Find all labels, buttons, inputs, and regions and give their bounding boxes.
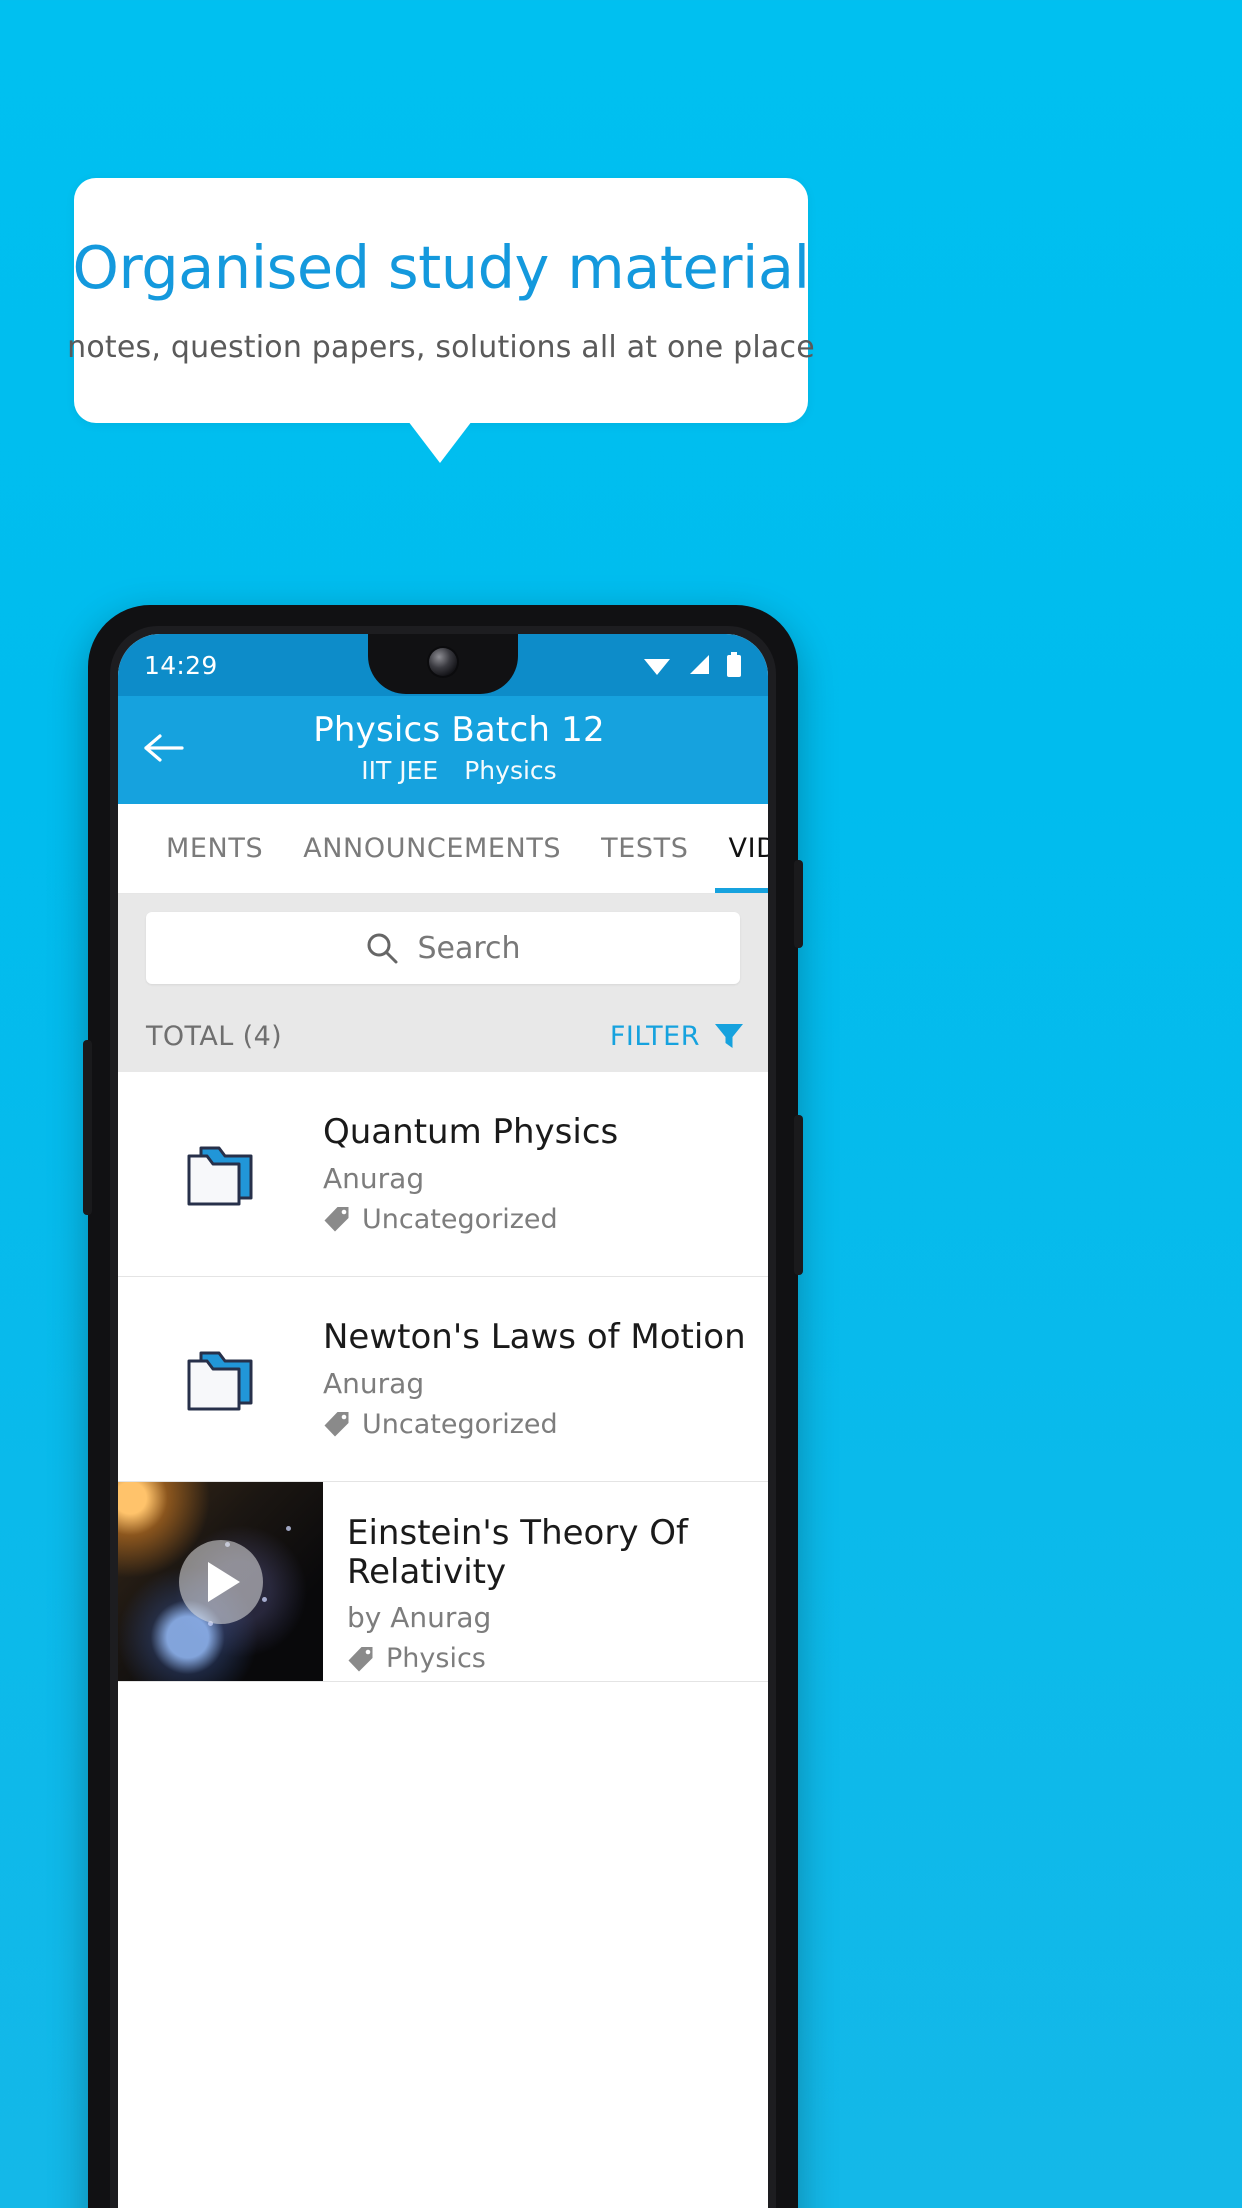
list-item-title: Einstein's Theory Of Relativity [347,1513,688,1593]
list-item[interactable]: Quantum Physics Anurag Uncategorized [118,1072,768,1277]
tab-assignments[interactable]: MENTS [146,804,283,893]
phone-bezel: 14:29 Physics Batch 12 IIT JEE Physics M… [110,626,776,2208]
list-item-tag: Uncategorized [323,1409,750,1440]
list-item-title: Newton's Laws of Motion [323,1317,746,1358]
list-meta-row: TOTAL (4) FILTER [118,1000,768,1072]
tab-tests[interactable]: TESTS [581,804,708,893]
search-icon [367,933,398,964]
phone-volume-button[interactable] [794,1115,803,1275]
tag-icon [324,1412,349,1437]
app-bar: Physics Batch 12 IIT JEE Physics [118,696,768,804]
list-item-tag-label: Physics [386,1643,486,1675]
tab-videos[interactable]: VIDEOS [709,804,769,893]
phone-power-button[interactable] [794,860,803,948]
content-list: Quantum Physics Anurag Uncategorized New… [118,1072,768,1682]
signal-icon [690,655,709,674]
phone-notch [368,634,518,694]
front-camera-icon [429,648,457,676]
phone-left-button[interactable] [83,1040,92,1215]
tab-bar: MENTS ANNOUNCEMENTS TESTS VIDEOS [118,804,768,894]
page-title: Physics Batch 12 [313,710,605,750]
list-item-tag-label: Uncategorized [362,1203,558,1235]
folder-icon [118,1138,323,1210]
funnel-icon [715,1024,743,1048]
app-bar-text: Physics Batch 12 IIT JEE Physics [210,710,768,785]
wifi-icon [644,659,670,675]
tag-icon [348,1646,373,1672]
list-item[interactable]: Newton's Laws of Motion Anurag Uncategor… [118,1277,768,1482]
total-count-label: TOTAL (4) [146,1020,283,1052]
breadcrumb-exam: IIT JEE [361,756,439,785]
status-bar-time: 14:29 [144,650,218,680]
breadcrumb-subject: Physics [464,756,557,785]
phone-mockup: 14:29 Physics Batch 12 IIT JEE Physics M… [83,605,803,2208]
list-item-tag: Uncategorized [323,1204,750,1235]
list-item[interactable]: Einstein's Theory Of Relativity by Anura… [118,1482,768,1682]
promo-subtitle: notes, question papers, solutions all at… [67,330,815,366]
filter-button[interactable]: FILTER [610,1019,746,1053]
tab-tests-label: TESTS [601,833,689,864]
folder-icon [118,1343,323,1415]
back-arrow-icon[interactable] [118,710,210,764]
filter-button-label: FILTER [609,1020,700,1052]
tab-announcements[interactable]: ANNOUNCEMENTS [283,804,581,893]
promo-title: Organised study material [72,232,810,302]
list-item-tag: Physics [347,1643,750,1674]
list-item-author: Anurag [323,1366,425,1400]
list-item-body: Quantum Physics Anurag Uncategorized [323,1083,750,1264]
tab-assignments-label: MENTS [166,833,264,864]
video-thumbnail [118,1482,323,1681]
list-item-title: Quantum Physics [323,1112,619,1153]
breadcrumb: IIT JEE Physics [361,756,556,785]
tab-videos-label: VIDEOS [728,833,769,864]
search-input[interactable]: Search [146,912,740,984]
battery-icon [727,652,741,677]
search-placeholder: Search [417,930,521,966]
phone-screen: 14:29 Physics Batch 12 IIT JEE Physics M… [118,634,768,2208]
promo-card: Organised study material notes, question… [67,178,815,423]
play-icon[interactable] [178,1539,263,1624]
list-item-author: Anurag [323,1161,425,1195]
list-item-author: by Anurag [347,1601,492,1635]
tag-icon [324,1207,349,1232]
search-section: Search [118,894,768,1000]
list-item-body: Einstein's Theory Of Relativity by Anura… [323,1482,768,1681]
list-item-body: Newton's Laws of Motion Anurag Uncategor… [323,1288,750,1469]
status-bar-icons [642,652,742,678]
promo-card-tail [408,421,472,463]
tab-announcements-label: ANNOUNCEMENTS [303,833,562,864]
list-item-tag-label: Uncategorized [362,1408,558,1440]
